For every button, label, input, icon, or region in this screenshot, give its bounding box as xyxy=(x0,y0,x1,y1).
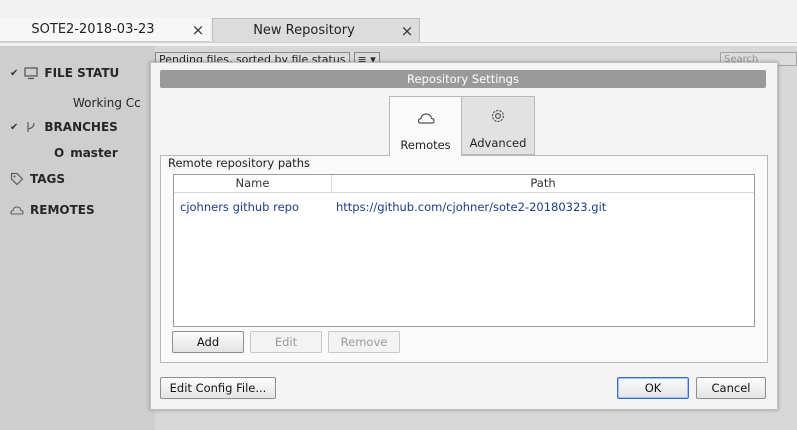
window-tab-label: New Repository xyxy=(253,23,355,38)
window-tab-sote2[interactable]: SOTE2-2018-03-23 × xyxy=(0,18,210,42)
add-button[interactable]: Add xyxy=(172,331,244,353)
edit-config-file-button[interactable]: Edit Config File... xyxy=(160,377,276,399)
tab-label: Advanced xyxy=(469,136,527,150)
remote-row-name[interactable]: cjohners github repo xyxy=(180,200,299,214)
ok-button[interactable]: OK xyxy=(617,377,689,399)
remote-paths-group-label: Remote repository paths xyxy=(166,156,312,170)
gear-icon xyxy=(491,109,505,123)
close-icon[interactable]: × xyxy=(186,21,210,39)
tab-strip-divider xyxy=(0,42,797,43)
column-header-name[interactable]: Name xyxy=(174,175,332,193)
window-tab-new-repository[interactable]: New Repository × xyxy=(212,18,420,42)
close-icon[interactable]: × xyxy=(395,22,419,40)
tab-remotes[interactable]: Remotes xyxy=(389,96,462,156)
remotes-table: Name Path cjohners github repo https://g… xyxy=(173,174,755,327)
dialog-title: Repository Settings xyxy=(160,70,766,88)
tab-label: Remotes xyxy=(400,138,451,152)
repository-settings-dialog: Repository Settings Remotes Advanced Rem… xyxy=(150,62,778,410)
column-header-path[interactable]: Path xyxy=(332,175,754,193)
tab-advanced[interactable]: Advanced xyxy=(462,96,535,155)
remove-button[interactable]: Remove xyxy=(328,331,400,353)
cancel-button[interactable]: Cancel xyxy=(696,377,766,399)
cloud-icon xyxy=(417,113,435,124)
edit-button[interactable]: Edit xyxy=(250,331,322,353)
window-tab-label: SOTE2-2018-03-23 xyxy=(31,22,155,37)
remote-row-path[interactable]: https://github.com/cjohner/sote2-2018032… xyxy=(336,200,606,214)
